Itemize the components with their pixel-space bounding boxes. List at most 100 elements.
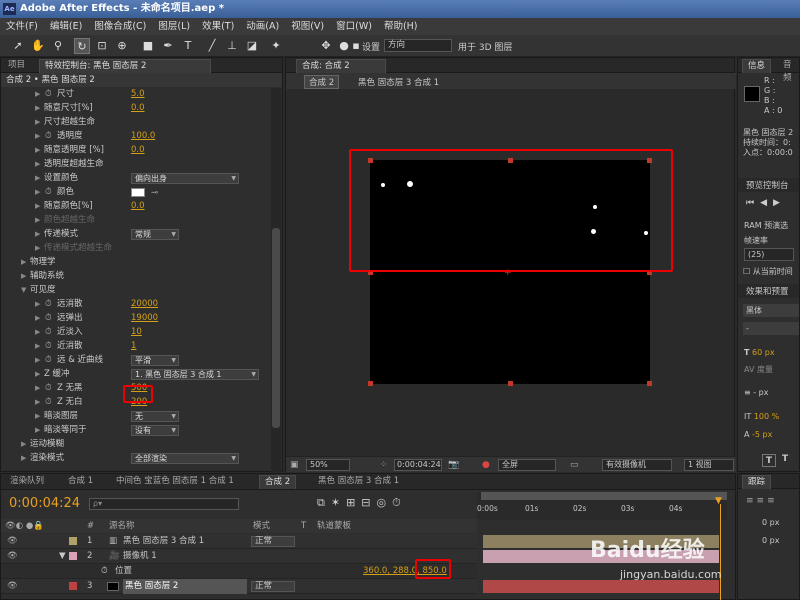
stopwatch-icon[interactable]: ⏱ bbox=[45, 298, 52, 311]
font-size-row[interactable]: T 60 px bbox=[744, 348, 775, 357]
property-value[interactable]: 20000 bbox=[131, 298, 158, 311]
property-value[interactable]: 1 bbox=[131, 340, 136, 353]
layer-duration-bar[interactable] bbox=[483, 580, 719, 593]
menu-edit[interactable]: 编辑(E) bbox=[44, 18, 88, 35]
effect-property-row[interactable]: ▶ 随意透明度 [%] 0.0 bbox=[1, 144, 269, 157]
stopwatch-icon[interactable]: ⏱ bbox=[45, 354, 52, 367]
effects-scrollbar[interactable] bbox=[271, 88, 281, 472]
scrollbar-thumb[interactable] bbox=[272, 228, 280, 428]
time-ruler[interactable]: 0:00s 01s 02s 03s 04s ▼ bbox=[477, 492, 727, 520]
expand-triangle-icon[interactable]: ▶ bbox=[35, 298, 43, 311]
expand-triangle-icon[interactable]: ▶ bbox=[35, 186, 43, 199]
effect-property-row[interactable]: ▶ ⏱ 颜色 ⊸ bbox=[1, 186, 269, 199]
breadcrumb-comp[interactable]: 合成 2 bbox=[304, 75, 340, 89]
effect-property-row[interactable]: ▶ 暗淡等同于 没有 bbox=[1, 424, 269, 437]
layer-color-label[interactable] bbox=[69, 552, 77, 560]
effect-property-row[interactable]: ▶ 辅助系统 bbox=[1, 270, 269, 283]
property-dropdown[interactable]: 平滑 bbox=[131, 355, 179, 366]
tab-comp-1[interactable]: 合成 1 bbox=[63, 475, 98, 489]
effect-property-row[interactable]: ▶ ⏱ 近淡入 10 bbox=[1, 326, 269, 339]
property-dropdown[interactable]: 没有 bbox=[131, 425, 179, 436]
expand-triangle-icon[interactable]: ▶ bbox=[35, 116, 43, 129]
property-value[interactable]: 5.0 bbox=[131, 88, 145, 101]
space-field[interactable]: 0 px bbox=[762, 536, 779, 545]
stopwatch-icon[interactable]: ⏱ bbox=[45, 130, 52, 143]
menu-composition[interactable]: 图像合成(C) bbox=[88, 18, 152, 35]
property-dropdown[interactable]: 1. 黑色 固态层 3 合成 1 bbox=[131, 369, 259, 380]
property-value[interactable]: 0.0 bbox=[131, 102, 145, 115]
eraser-tool-icon[interactable]: ◪ bbox=[244, 38, 260, 54]
layer-row[interactable]: 👁 ▼ 2 🎥 摄像机 1 bbox=[1, 549, 477, 564]
expand-triangle-icon[interactable]: ▶ bbox=[35, 144, 43, 157]
tab-tracker[interactable]: 跟踪 bbox=[742, 475, 772, 489]
tab-render-queue[interactable]: 渲染队列 bbox=[5, 475, 49, 489]
stopwatch-icon[interactable]: ⏱ bbox=[101, 564, 108, 579]
tab-effects-presets[interactable]: 效果和预置 bbox=[746, 285, 789, 297]
stopwatch-icon[interactable]: ⏱ bbox=[45, 88, 52, 101]
property-dropdown[interactable]: 全部渲染 bbox=[131, 453, 239, 464]
expand-triangle-icon[interactable]: ▶ bbox=[35, 242, 43, 255]
tab-black-solid-comp[interactable]: 黑色 固态层 3 合成 1 bbox=[313, 475, 404, 489]
from-current-checkbox[interactable]: ☐ 从当前时间 bbox=[743, 266, 793, 277]
layer-handle[interactable] bbox=[508, 381, 513, 386]
zoom-select[interactable]: 50% bbox=[306, 459, 350, 471]
effect-property-row[interactable]: ▶ 物理学 bbox=[1, 256, 269, 269]
effect-property-row[interactable]: ▶ ⏱ 尺寸 5.0 bbox=[1, 88, 269, 101]
indent-field[interactable]: 0 px bbox=[762, 518, 779, 527]
color-swatch[interactable] bbox=[131, 188, 145, 197]
effect-property-row[interactable]: ▶ 设置颜色 偏向出身 bbox=[1, 172, 269, 185]
menu-layer[interactable]: 图层(L) bbox=[152, 18, 196, 35]
snapshot-icon[interactable]: 📷 bbox=[448, 460, 459, 470]
expand-triangle-icon[interactable]: ▶ bbox=[35, 424, 43, 437]
menu-help[interactable]: 帮助(H) bbox=[378, 18, 424, 35]
effect-property-row[interactable]: ▶ 渲染模式 全部渲染 bbox=[1, 452, 269, 465]
tab-project[interactable]: 项目 bbox=[3, 59, 30, 73]
expand-triangle-icon[interactable]: ▶ bbox=[35, 172, 43, 185]
effect-property-row[interactable]: ▶ 透明度超越生命 bbox=[1, 158, 269, 171]
expand-open-icon[interactable]: ▼ bbox=[21, 284, 29, 297]
rotate-tool-icon[interactable]: ↻ bbox=[74, 38, 90, 54]
effect-property-row[interactable]: ▶ 传递模式 常规 bbox=[1, 228, 269, 241]
effect-property-row[interactable]: ▼ 可见度 bbox=[1, 284, 269, 297]
expand-triangle-icon[interactable]: ▶ bbox=[35, 396, 43, 409]
brush-tool-icon[interactable]: ╱ bbox=[204, 38, 220, 54]
layer-color-label[interactable] bbox=[69, 582, 77, 590]
layer-color-label[interactable] bbox=[69, 537, 77, 545]
property-value[interactable]: 10 bbox=[131, 326, 142, 339]
axis-mode-icon[interactable]: ✥ bbox=[318, 38, 334, 54]
eye-icon[interactable]: 👁 bbox=[7, 579, 18, 594]
effect-property-row[interactable]: ▶ ⏱ 远 & 近曲线 平滑 bbox=[1, 354, 269, 367]
font-style-select[interactable]: - bbox=[743, 322, 799, 335]
menu-window[interactable]: 窗口(W) bbox=[330, 18, 378, 35]
faux-italic-button[interactable]: T bbox=[782, 454, 788, 464]
channel-icon[interactable]: ● bbox=[482, 460, 490, 470]
camera-select[interactable]: 有效摄像机 bbox=[602, 459, 672, 471]
menu-view[interactable]: 视图(V) bbox=[285, 18, 330, 35]
expand-triangle-icon[interactable]: ▶ bbox=[35, 200, 43, 213]
effect-property-row[interactable]: ▶ ⏱ 远弹出 19000 bbox=[1, 312, 269, 325]
expand-triangle-icon[interactable]: ▶ bbox=[35, 382, 43, 395]
view-layout-select[interactable]: 1 视图 bbox=[684, 459, 734, 471]
expand-triangle-icon[interactable]: ▶ bbox=[35, 340, 43, 353]
stopwatch-icon[interactable]: ⏱ bbox=[45, 382, 52, 395]
effect-property-row[interactable]: ▶ 颜色超越生命 bbox=[1, 214, 269, 227]
expand-triangle-icon[interactable]: ▶ bbox=[21, 270, 29, 283]
layer-name[interactable]: 摄像机 1 bbox=[123, 549, 157, 564]
hand-tool-icon[interactable]: ✋ bbox=[30, 38, 46, 54]
layer-row[interactable]: 👁 1 ▥ 黑色 固态层 3 合成 1 正常 bbox=[1, 534, 477, 549]
property-value[interactable]: 0.0 bbox=[131, 200, 145, 213]
timeline-switches[interactable]: ⧉✶⊞⊟◎⏱ bbox=[317, 496, 407, 510]
timeline-timecode[interactable]: 0:00:04:24 bbox=[9, 496, 80, 511]
col-name[interactable]: 源名称 bbox=[109, 519, 135, 533]
tab-info[interactable]: 信息 bbox=[742, 59, 772, 73]
layer-name[interactable]: 黑色 固态层 2 bbox=[123, 579, 247, 594]
current-time[interactable]: 0:00:04:24 bbox=[394, 459, 442, 471]
font-select[interactable]: 黑体 bbox=[743, 304, 799, 317]
kerning-row[interactable]: AV 度量 bbox=[744, 364, 773, 375]
property-dropdown[interactable]: 常规 bbox=[131, 229, 179, 240]
ram-preview-label[interactable]: RAM 预演选 bbox=[744, 220, 788, 231]
stopwatch-icon[interactable]: ⏱ bbox=[45, 186, 52, 199]
puppet-tool-icon[interactable]: ✦ bbox=[268, 38, 284, 54]
expand-triangle-icon[interactable]: ▶ bbox=[35, 214, 43, 227]
layer-row[interactable]: 👁 3 黑色 固态层 2 正常 bbox=[1, 579, 477, 594]
